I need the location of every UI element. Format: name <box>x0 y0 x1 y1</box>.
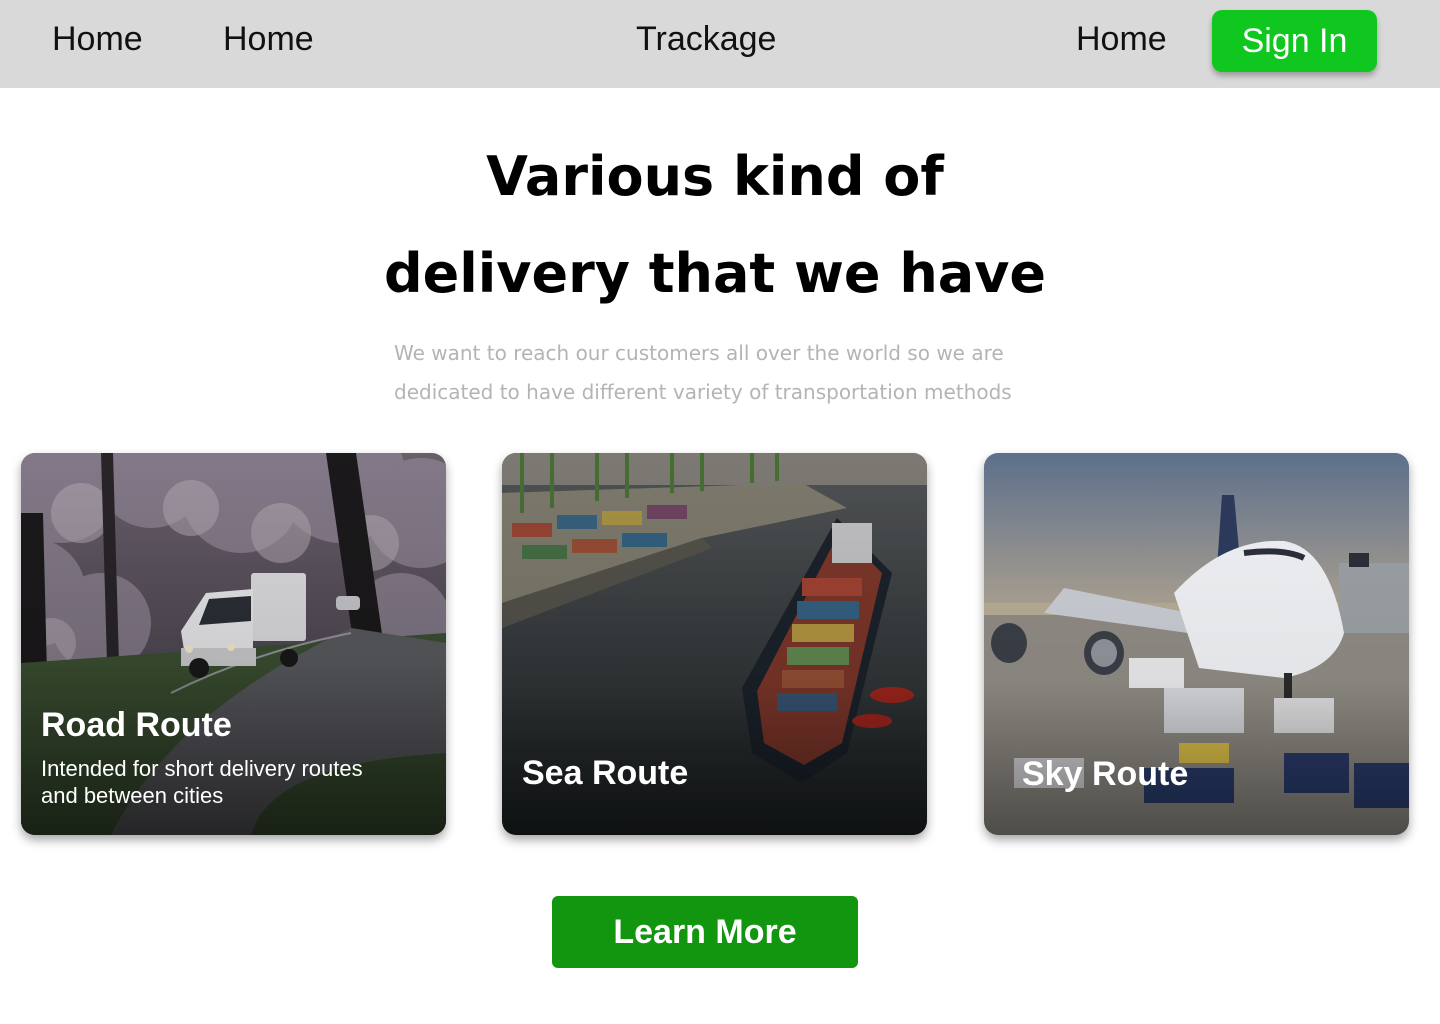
sky-route-card[interactable]: Sky Route <box>984 453 1409 835</box>
brand-logo-text[interactable]: Trackage <box>636 18 776 60</box>
page-title-line-2: delivery that we have <box>383 242 1047 305</box>
learn-more-button[interactable]: Learn More <box>552 896 858 968</box>
road-route-card[interactable]: Road Route Intended for short delivery r… <box>21 453 446 835</box>
page-subtitle-line-1: We want to reach our customers all over … <box>394 341 1004 365</box>
top-navigation-bar: Home Home Trackage Home Sign In <box>0 0 1440 88</box>
sky-route-title: Sky Route <box>1022 755 1189 793</box>
road-route-description-line-1: Intended for short delivery routes <box>41 756 363 781</box>
sea-route-title: Sea Route <box>522 754 689 792</box>
page-subtitle: We want to reach our customers all over … <box>394 334 1054 412</box>
sign-in-button[interactable]: Sign In <box>1212 10 1377 72</box>
nav-home-link-3[interactable]: Home <box>1076 18 1167 60</box>
nav-home-link-2[interactable]: Home <box>223 18 314 60</box>
road-route-description: Intended for short delivery routes and b… <box>41 755 421 809</box>
page-subtitle-line-2: dedicated to have different variety of t… <box>394 380 1012 404</box>
page-title-line-1: Various kind of <box>486 145 944 208</box>
nav-home-link-1[interactable]: Home <box>52 18 143 60</box>
sea-route-card[interactable]: Sea Route <box>502 453 927 835</box>
road-route-title: Road Route <box>41 706 232 744</box>
road-route-description-line-2: and between cities <box>41 783 224 808</box>
page-title: Various kind of delivery that we have <box>0 128 1430 322</box>
